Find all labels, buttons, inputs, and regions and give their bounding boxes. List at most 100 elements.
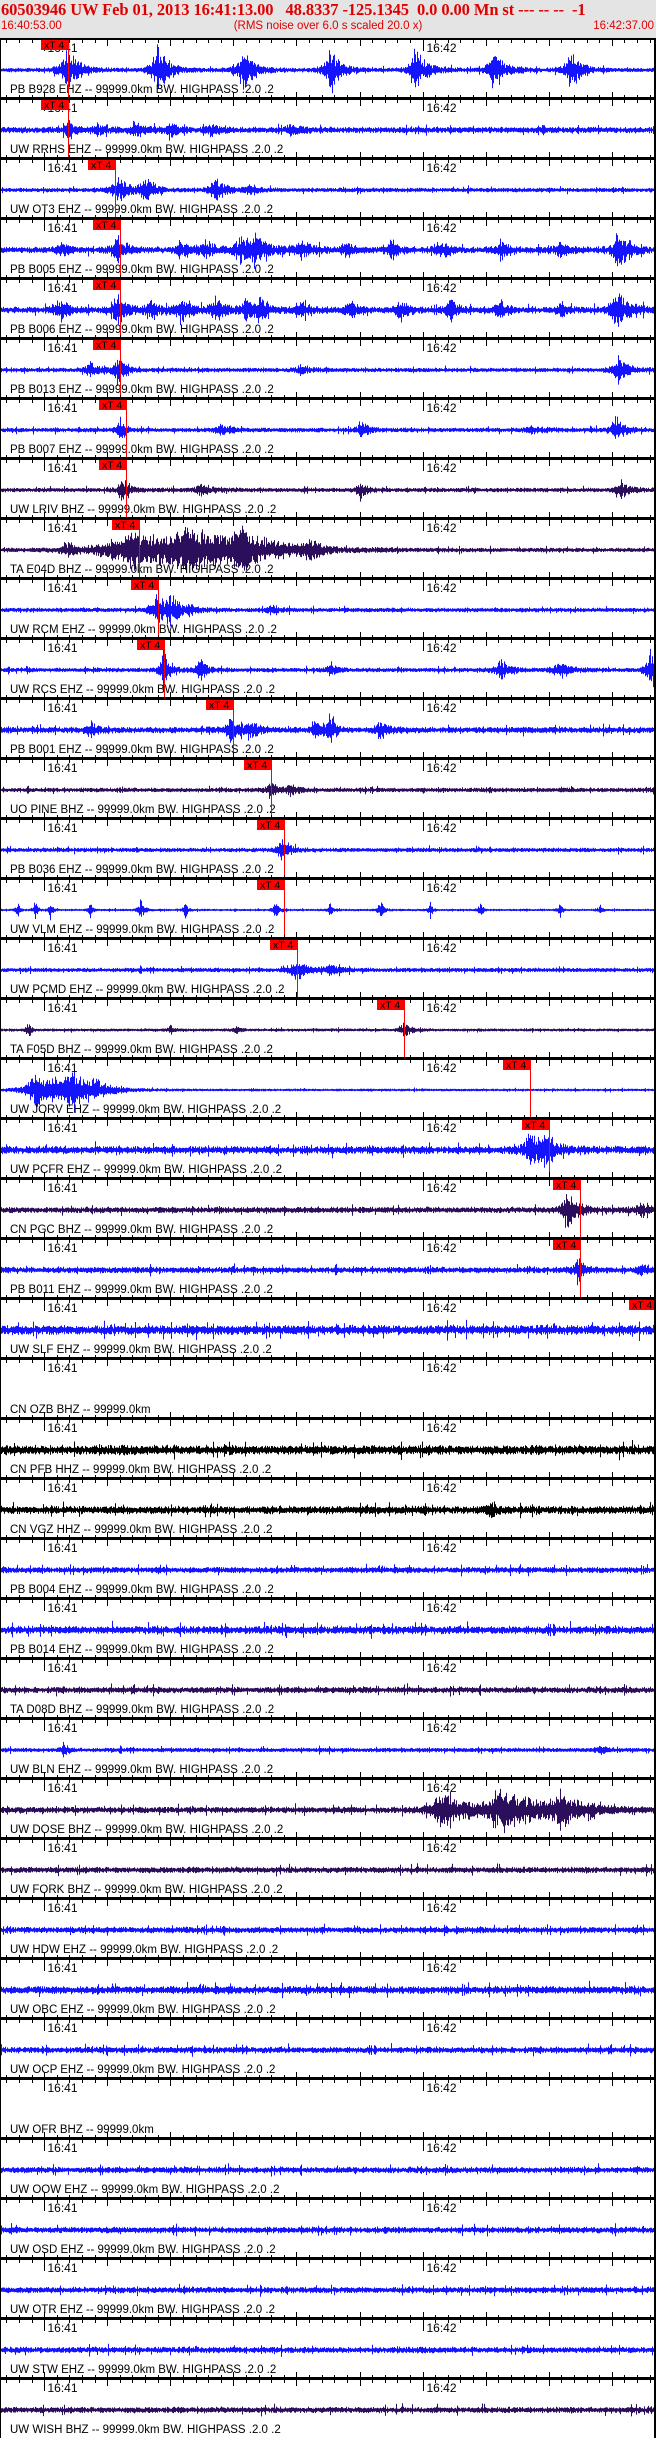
pick-label: xT 4 <box>96 340 116 352</box>
waveform <box>0 713 656 743</box>
tick-label: 16:41 <box>48 1181 78 1195</box>
trace-panel: PB B036 EHZ -- 99999.0km BW. HIGHPASS .2… <box>0 812 656 878</box>
channel-label: UW RRHS EHZ -- 99999.0km BW. HIGHPASS .2… <box>10 144 283 156</box>
tick-label: 16:41 <box>48 941 78 955</box>
pick-label: xT 4 <box>102 460 122 472</box>
scaling-note: (RMS noise over 6.0 s scaled 20.0 x) <box>233 20 423 32</box>
event-title: 60503946 UW Feb 01, 2013 16:41:13.00 48.… <box>1 0 586 19</box>
trace-panel: UW OFR BHZ -- 99999.0km 16:41 16:42 <box>0 2072 656 2136</box>
tick-label: 16:42 <box>427 701 457 715</box>
waveform <box>0 355 656 386</box>
tick-label: 16:41 <box>48 221 78 235</box>
tick-label: 16:42 <box>427 221 457 235</box>
waveform <box>0 964 656 980</box>
tick-label: 16:41 <box>48 1541 78 1555</box>
trace-panel: UW OBC EHZ -- 99999.0km BW. HIGHPASS .2.… <box>0 1952 656 2016</box>
trace-panel: UW OOW EHZ -- 99999.0km BW. HIGHPASS .2.… <box>0 2132 656 2196</box>
trace-panel: PB B014 EHZ -- 99999.0km BW. HIGHPASS .2… <box>0 1592 656 1656</box>
channel-label: UW OCP EHZ -- 99999.0km BW. HIGHPASS .2.… <box>10 2064 275 2076</box>
channel-label: CN OZB BHZ -- 99999.0km <box>10 1404 151 1416</box>
tick-label: 16:41 <box>48 2081 78 2095</box>
trace-panel: UW RCS EHZ -- 99999.0km BW. HIGHPASS .2.… <box>0 632 656 698</box>
tick-label: 16:42 <box>427 521 457 535</box>
tick-label: 16:42 <box>427 881 457 895</box>
pick-label: xT 4 <box>102 400 122 412</box>
tick-label: 16:42 <box>427 641 457 655</box>
tick-label: 16:42 <box>427 1541 457 1555</box>
tick-label: 16:42 <box>427 281 457 295</box>
waveform <box>0 1923 656 1937</box>
pick-label: xT 4 <box>556 1240 576 1252</box>
trace-panel: PB B011 EHZ -- 99999.0km BW. HIGHPASS .2… <box>0 1232 656 1298</box>
record-header: 60503946 UW Feb 01, 2013 16:41:13.00 48.… <box>0 0 656 38</box>
pick-label: xT 4 <box>134 580 154 592</box>
tick-label: 16:41 <box>48 1061 78 1075</box>
tick-label: 16:42 <box>427 1721 457 1735</box>
waveform <box>0 1133 656 1168</box>
pick-label: xT 4 <box>260 820 280 832</box>
pick-label: xT 4 <box>209 700 229 712</box>
trace-panel: UW OTR EHZ -- 99999.0km BW. HIGHPASS .2.… <box>0 2252 656 2316</box>
tick-label: 16:41 <box>48 461 78 475</box>
channel-label: PB B036 EHZ -- 99999.0km BW. HIGHPASS .2… <box>10 864 274 876</box>
trace-panel: UW LRIV BHZ -- 99999.0km BW. HIGHPASS .2… <box>0 452 656 518</box>
waveform <box>0 177 656 202</box>
trace-panel: UW STW EHZ -- 99999.0km BW. HIGHPASS .2.… <box>0 2312 656 2376</box>
waveform <box>0 1440 656 1461</box>
tick-label: 16:42 <box>427 2261 457 2275</box>
tick-label: 16:42 <box>427 941 457 955</box>
trace-panel: UW BLN EHZ -- 99999.0km BW. HIGHPASS .2.… <box>0 1712 656 1776</box>
tick-label: 16:42 <box>427 1061 457 1075</box>
channel-label: UW DOSE BHZ -- 99999.0km BW. HIGHPASS .2… <box>10 1824 283 1836</box>
tick-label: 16:42 <box>427 2021 457 2035</box>
tick-label: 16:41 <box>48 161 78 175</box>
channel-label: PB B013 EHZ -- 99999.0km BW. HIGHPASS .2… <box>10 384 274 396</box>
waveform <box>0 2403 656 2417</box>
channel-label: TA E04D BHZ -- 99999.0km BW. HIGHPASS .2… <box>10 564 274 576</box>
waveform <box>0 1620 656 1639</box>
tick-label: 16:41 <box>48 1001 78 1015</box>
tick-label: 16:41 <box>48 1361 78 1375</box>
trace-panel: CN VGZ HHZ -- 99999.0km BW. HIGHPASS .2.… <box>0 1472 656 1536</box>
channel-label: UW SLF EHZ -- 99999.0km BW. HIGHPASS .2.… <box>10 1344 272 1356</box>
tick-label: 16:41 <box>48 761 78 775</box>
trace-panel: UO PINE BHZ -- 99999.0km BW. HIGHPASS .2… <box>0 752 656 818</box>
trace-panel: TA F05D BHZ -- 99999.0km BW. HIGHPASS .2… <box>0 992 656 1058</box>
trace-panel: UW VLM EHZ -- 99999.0km BW. HIGHPASS .2.… <box>0 872 656 938</box>
tick-label: 16:42 <box>427 1121 457 1135</box>
channel-label: CN PFB HHZ -- 99999.0km BW. HIGHPASS .2.… <box>10 1464 271 1476</box>
waveform <box>0 416 656 439</box>
channel-label: UW OFR BHZ -- 99999.0km <box>10 2124 154 2136</box>
channel-label: PB B004 EHZ -- 99999.0km BW. HIGHPASS .2… <box>10 1584 274 1596</box>
tick-label: 16:42 <box>427 1661 457 1675</box>
tick-label: 16:42 <box>427 1361 457 1375</box>
tick-label: 16:41 <box>48 521 78 535</box>
waveform <box>0 479 656 502</box>
waveform <box>0 594 656 627</box>
channel-label: UW LRIV BHZ -- 99999.0km BW. HIGHPASS .2… <box>10 504 276 516</box>
channel-label: UW PCMD EHZ -- 99999.0km BW. HIGHPASS .2… <box>10 984 285 996</box>
waveform <box>0 293 656 327</box>
tick-label: 16:41 <box>48 2201 78 2215</box>
tick-label: 16:42 <box>427 101 457 115</box>
tick-label: 16:41 <box>48 641 78 655</box>
trace-panel: UW RCM EHZ -- 99999.0km BW. HIGHPASS .2.… <box>0 572 656 638</box>
pick-label: xT 4 <box>247 760 267 772</box>
tick-label: 16:41 <box>48 2141 78 2155</box>
tick-label: 16:42 <box>427 1181 457 1195</box>
tick-label: 16:41 <box>48 821 78 835</box>
waveform <box>0 1863 656 1877</box>
trace-panel: PB B928 EHZ -- 99999.0km BW. HIGHPASS .2… <box>0 38 656 98</box>
tick-label: 16:41 <box>48 1901 78 1915</box>
trace-panel: CN OZB BHZ -- 99999.0km 16:41 16:42 <box>0 1352 656 1416</box>
trace-panel: UW RRHS EHZ -- 99999.0km BW. HIGHPASS .2… <box>0 92 656 158</box>
pick-label: xT 4 <box>525 1120 545 1132</box>
trace-panel: UW OCP EHZ -- 99999.0km BW. HIGHPASS .2.… <box>0 2012 656 2076</box>
tick-label: 16:41 <box>48 2261 78 2275</box>
pick-label: xT 4 <box>44 40 64 52</box>
tick-label: 16:41 <box>48 1781 78 1795</box>
waveform <box>0 2163 656 2177</box>
tick-label: 16:41 <box>48 281 78 295</box>
channel-label: UW HDW EHZ -- 99999.0km BW. HIGHPASS .2.… <box>10 1944 278 1956</box>
pick-label: xT 4 <box>44 100 64 112</box>
